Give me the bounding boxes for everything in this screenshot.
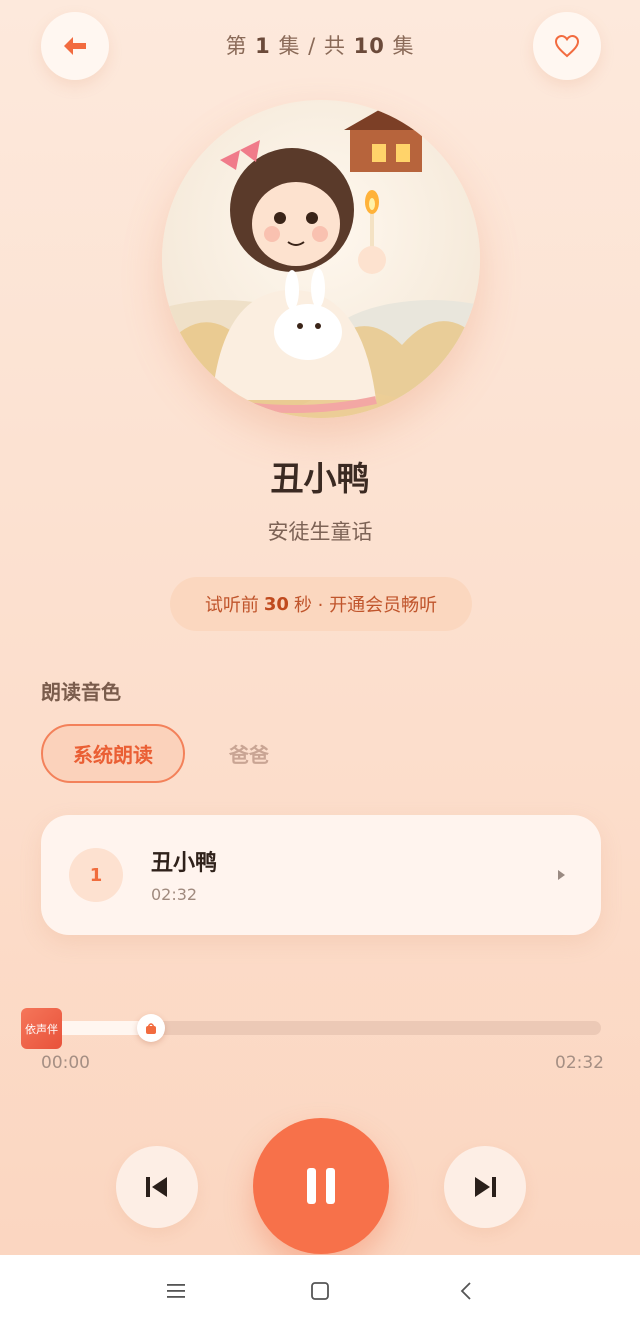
top-bar: 第 1 集 / 共 10 集	[0, 0, 640, 92]
previous-button[interactable]	[116, 1146, 198, 1228]
pause-icon	[307, 1168, 335, 1204]
story-title: 丑小鸭	[270, 459, 370, 498]
skip-previous-icon	[146, 1177, 167, 1197]
voice-option-dad[interactable]: 爸爸	[190, 724, 308, 783]
voice-option-system[interactable]: 系统朗读	[41, 724, 185, 783]
track-name: 丑小鸭	[151, 851, 218, 876]
episode-suffix: 集	[392, 34, 415, 58]
total-time: 02:32	[555, 1053, 604, 1073]
episode-mid: 集 / 共	[278, 34, 346, 58]
trial-banner[interactable]: 试听前 30 秒 · 开通会员畅听	[170, 577, 472, 631]
progress-thumb[interactable]	[137, 1014, 165, 1042]
bag-icon	[146, 1023, 156, 1034]
voice-section-label: 朗读音色	[41, 680, 121, 704]
trial-prefix: 试听前	[204, 595, 259, 616]
menu-icon[interactable]	[166, 1281, 186, 1301]
app-logo: 依声伴	[21, 1008, 62, 1049]
skip-next-icon	[475, 1177, 496, 1197]
track-duration: 02:32	[151, 885, 198, 904]
track-item[interactable]: 1 丑小鸭 02:32	[41, 815, 601, 935]
cover-illustration	[162, 100, 480, 418]
home-square-icon[interactable]	[310, 1281, 330, 1301]
progress-bar[interactable]	[41, 1014, 601, 1042]
system-nav-bar	[0, 1255, 640, 1332]
next-button[interactable]	[444, 1146, 526, 1228]
current-time: 00:00	[41, 1053, 90, 1073]
episode-current: 1	[255, 34, 271, 58]
episode-total: 10	[353, 34, 385, 58]
play-triangle-icon[interactable]	[554, 867, 568, 883]
trial-seconds: 30	[263, 593, 289, 615]
back-chevron-icon[interactable]	[458, 1281, 474, 1301]
cover-image	[162, 100, 480, 418]
favorite-button[interactable]	[533, 12, 601, 80]
heart-icon	[554, 34, 580, 58]
pause-button[interactable]	[253, 1118, 389, 1254]
story-author: 安徒生童话	[267, 520, 373, 544]
episode-prefix: 第	[225, 34, 248, 58]
track-number: 1	[69, 848, 123, 902]
trial-suffix: 秒 · 开通会员畅听	[293, 595, 438, 616]
